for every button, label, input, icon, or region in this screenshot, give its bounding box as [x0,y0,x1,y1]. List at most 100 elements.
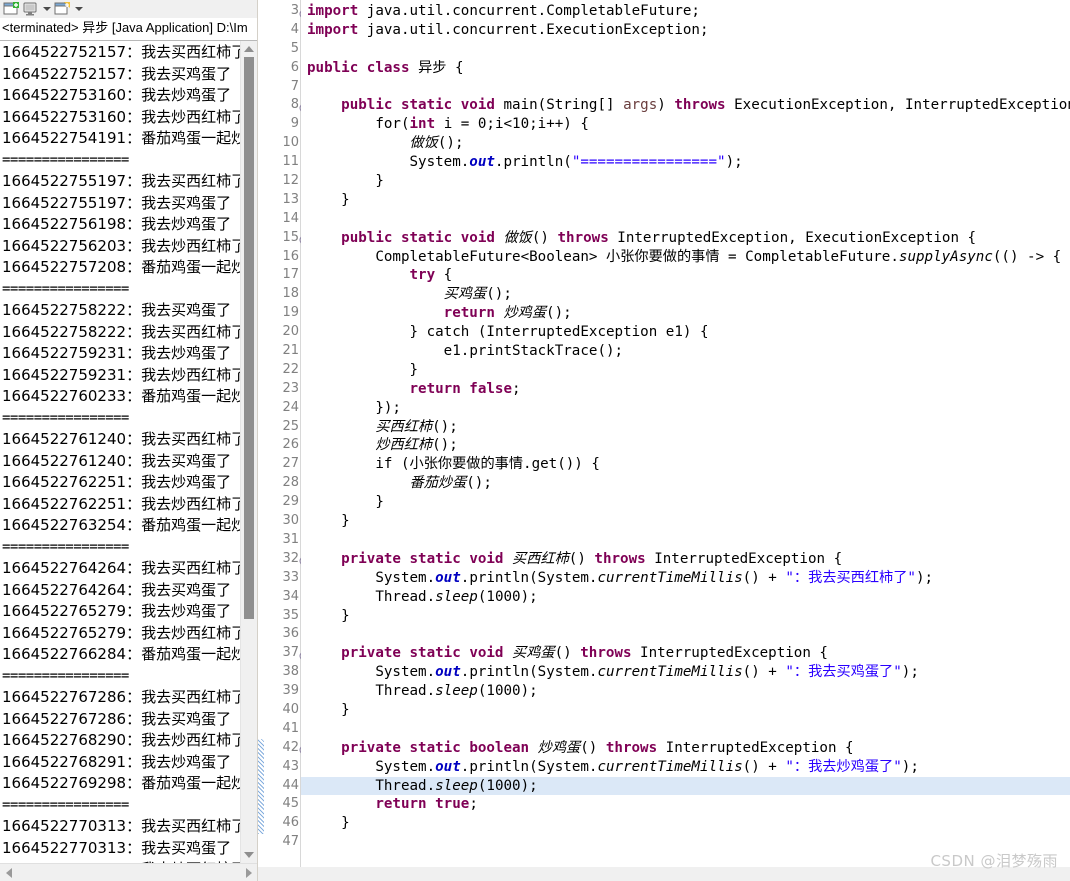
line-number[interactable]: 4 [264,21,300,40]
code-line[interactable]: }); [307,399,1070,418]
line-number[interactable]: 19 [264,304,300,323]
line-number[interactable]: 29 [264,493,300,512]
code-line[interactable]: Thread.sleep(1000); [307,588,1070,607]
line-number[interactable]: 32 [264,550,309,569]
code-line[interactable] [307,720,1070,739]
code-line[interactable]: } [307,191,1070,210]
code-line[interactable]: 买西红柿(); [307,418,1070,437]
line-number[interactable]: 40 [264,701,300,720]
code-line[interactable] [307,210,1070,229]
line-number[interactable]: 30 [264,512,300,531]
code-line[interactable]: import java.util.concurrent.CompletableF… [307,2,1070,21]
code-line[interactable]: Thread.sleep(1000); [307,682,1070,701]
line-number[interactable]: 18 [264,285,300,304]
line-number[interactable]: 23 [264,380,300,399]
code-line[interactable]: public static void 做饭() throws Interrupt… [307,229,1070,248]
console-horizontal-scrollbar[interactable] [0,863,257,881]
console-hscroll-track[interactable] [17,864,240,881]
code-line[interactable]: } [307,814,1070,833]
line-number[interactable]: 35 [264,607,300,626]
line-number[interactable]: 6 [264,59,300,78]
line-number[interactable]: 41 [264,720,300,739]
code-line[interactable]: try { [307,266,1070,285]
open-console-icon[interactable] [54,1,71,17]
code-line[interactable]: System.out.println(System.currentTimeMil… [307,758,1070,777]
code-line[interactable]: } [307,361,1070,380]
scroll-left-arrow-icon[interactable] [0,864,17,881]
line-number[interactable]: 28 [264,474,300,493]
code-line[interactable]: System.out.println(System.currentTimeMil… [307,569,1070,588]
line-number[interactable]: 47 [264,833,300,852]
code-line[interactable]: return 炒鸡蛋(); [307,304,1070,323]
code-line[interactable]: private static void 买鸡蛋() throws Interru… [307,644,1070,663]
console-scroll-track[interactable] [241,57,257,847]
code-line[interactable]: private static void 买西红柿() throws Interr… [307,550,1070,569]
line-number[interactable]: 12 [264,172,300,191]
code-content[interactable]: import java.util.concurrent.CompletableF… [301,0,1070,881]
line-number[interactable]: 34 [264,588,300,607]
line-number[interactable]: 25 [264,418,300,437]
line-number[interactable]: 16 [264,248,300,267]
console-vertical-scrollbar[interactable] [240,41,257,863]
code-line[interactable]: 做饭(); [307,134,1070,153]
open-console-dropdown[interactable] [73,1,84,17]
code-line[interactable]: return true; [307,795,1070,814]
code-line[interactable]: public static void main(String[] args) t… [307,96,1070,115]
line-number-gutter[interactable]: 3 4 5 6 7 8 9 10 11 12 13 14 15 16 17 18 19 20 21 22 23 24 25 2… [264,0,309,881]
code-line[interactable]: public class 异步 { [307,59,1070,78]
line-number[interactable]: 46 [264,814,300,833]
line-number[interactable]: 9 [264,115,300,134]
line-number[interactable]: 24 [264,399,300,418]
line-number[interactable]: 5 [264,40,300,59]
code-line[interactable]: } [307,701,1070,720]
code-line[interactable]: 买鸡蛋(); [307,285,1070,304]
line-number[interactable]: 36 [264,625,300,644]
line-number[interactable]: 26 [264,436,300,455]
display-selected-console-dropdown[interactable] [41,1,52,17]
line-number[interactable]: 3 [264,2,309,21]
code-line[interactable]: 炒西红柿(); [307,436,1070,455]
code-line[interactable]: if (小张你要做的事情.get()) { [307,455,1070,474]
console-scroll-thumb[interactable] [244,57,254,619]
line-number[interactable]: 38 [264,663,300,682]
code-line[interactable]: } catch (InterruptedException e1) { [307,323,1070,342]
code-line[interactable]: import java.util.concurrent.ExecutionExc… [307,21,1070,40]
line-number[interactable]: 44 [264,777,300,796]
code-line[interactable]: } [307,172,1070,191]
line-number[interactable]: 7 [264,78,300,97]
code-line[interactable]: 番茄炒蛋(); [307,474,1070,493]
code-line[interactable] [307,625,1070,644]
line-number[interactable]: 45 [264,795,300,814]
code-line[interactable] [307,78,1070,97]
scroll-right-arrow-icon[interactable] [240,864,257,881]
line-number[interactable]: 8 [264,96,309,115]
line-number[interactable]: 42 [264,739,309,758]
code-line[interactable]: return false; [307,380,1070,399]
line-number[interactable]: 11 [264,153,300,172]
code-line[interactable] [307,40,1070,59]
terminate-relaunch-icon[interactable] [3,1,20,17]
code-line[interactable]: e1.printStackTrace(); [307,342,1070,361]
display-selected-console-icon[interactable] [22,1,39,17]
scroll-down-arrow-icon[interactable] [241,847,257,863]
line-number[interactable]: 27 [264,455,300,474]
line-number[interactable]: 39 [264,682,300,701]
code-line[interactable]: System.out.println("================"); [307,153,1070,172]
scroll-up-arrow-icon[interactable] [241,41,257,57]
line-number[interactable]: 43 [264,758,300,777]
line-number[interactable]: 10 [264,134,300,153]
line-number[interactable]: 33 [264,569,300,588]
line-number[interactable]: 13 [264,191,300,210]
line-number[interactable]: 21 [264,342,300,361]
code-line[interactable]: private static boolean 炒鸡蛋() throws Inte… [307,739,1070,758]
line-number[interactable]: 31 [264,531,300,550]
code-line[interactable]: } [307,607,1070,626]
code-line[interactable]: } [307,493,1070,512]
code-line[interactable]: Thread.sleep(1000); [301,776,1070,796]
line-number[interactable]: 20 [264,323,300,342]
code-line[interactable]: CompletableFuture<Boolean> 小张你要做的事情 = Co… [307,248,1070,267]
code-line[interactable]: } [307,512,1070,531]
code-line[interactable] [307,531,1070,550]
line-number[interactable]: 14 [264,210,300,229]
code-line[interactable]: System.out.println(System.currentTimeMil… [307,663,1070,682]
